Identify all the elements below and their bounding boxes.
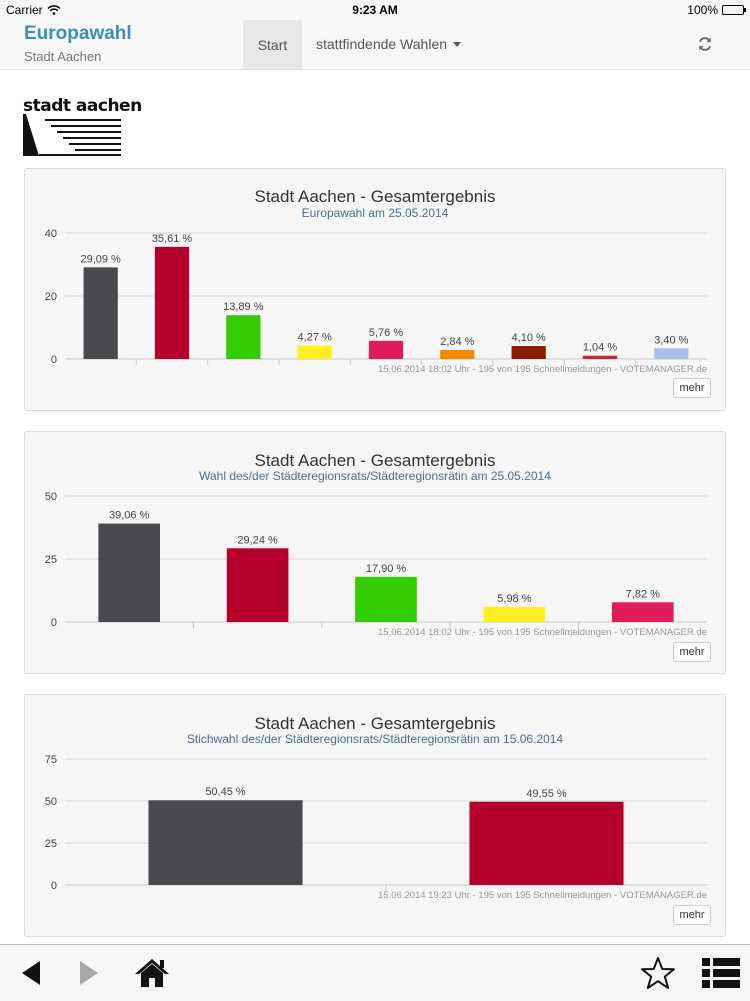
bottom-toolbar [0,944,750,1001]
bar-value-label: 13,89 % [223,301,264,313]
result-panel-europawahl: Stadt Aachen - Gesamtergebnis Europawahl… [24,168,726,411]
bar[interactable] [440,350,475,359]
nav-start-tab[interactable]: Start [243,20,302,69]
navbar: Europawahl Stadt Aachen Start stattfinde… [0,20,750,70]
back-button[interactable] [14,945,48,1001]
favorites-button[interactable] [638,945,678,1001]
bar[interactable] [654,348,689,359]
chart-footer-credit: 15.06.2014 18:02 Uhr - 195 von 195 Schne… [378,627,707,638]
bar-value-label: 29,09 % [80,253,121,265]
more-button[interactable]: mehr [673,905,711,925]
status-bar: Carrier 9:23 AM 100% [0,0,750,20]
chart-footer-credit: 15.06.2014 18:02 Uhr - 195 von 195 Schne… [378,364,707,375]
logo-graphic [23,114,121,156]
battery-indicator: 100% [687,3,746,17]
bar-chart-europawahl: 0 20 40 29,09 % 35,61 % 13,89 % 4,27 % 5,76 % 2,… [45,228,707,375]
list-button[interactable] [699,945,743,1001]
stadt-aachen-logo: stadt aachen [23,96,142,158]
bar-value-label: 2,84 % [440,336,474,348]
refresh-icon[interactable] [696,35,714,53]
bar[interactable] [355,576,417,622]
bar[interactable] [469,801,624,885]
bar-value-label: 3,40 % [654,334,688,346]
y-tick-label: 20 [45,291,57,303]
bar-chart-stichwahl: 0 25 50 75 50,45 % 49,55 % 15.06.2014 19:23 Uh… [45,754,707,901]
y-tick-label: 0 [51,354,57,366]
y-tick-label: 75 [45,754,57,766]
bar-value-label: 35,61 % [152,233,193,245]
bar-value-label: 49,55 % [526,788,567,800]
more-button[interactable]: mehr [673,378,711,398]
y-tick-label: 25 [45,838,57,850]
clock: 9:23 AM [352,3,398,17]
bar-value-label: 4,27 % [298,332,332,344]
bar[interactable] [611,602,674,622]
home-button[interactable] [130,945,174,1001]
bar[interactable] [148,800,303,885]
y-tick-label: 0 [51,880,57,892]
y-tick-label: 40 [45,228,57,240]
bar[interactable] [483,606,546,622]
battery-percent: 100% [687,3,718,17]
bar-value-label: 1,04 % [583,342,617,354]
bar-value-label: 50,45 % [205,786,246,798]
back-arrow-icon [22,961,40,985]
star-icon [641,957,675,989]
battery-icon [722,5,746,15]
bar-chart-staedteregionsrat: 0 25 50 39,06 % 29,24 % 17,90 % 5,98 % 7,82 % 15… [45,491,707,638]
bar[interactable] [226,315,261,359]
elections-dropdown[interactable]: stattfindende Wahlen [316,36,462,52]
bar[interactable] [368,340,404,359]
bar[interactable] [582,355,618,359]
bar-value-label: 7,82 % [626,588,660,600]
forward-button[interactable] [72,945,106,1001]
bar[interactable] [511,346,546,359]
list-icon [702,958,740,988]
more-button[interactable]: mehr [673,642,711,662]
forward-arrow-icon [80,961,98,985]
bar-value-label: 39,06 % [109,510,150,522]
bar-value-label: 5,76 % [369,327,403,339]
y-tick-label: 50 [45,491,57,503]
bar[interactable] [98,523,161,622]
bar-value-label: 4,10 % [512,332,546,344]
home-icon [135,959,169,987]
caret-down-icon [453,41,462,47]
app-subtitle: Stadt Aachen [24,49,102,64]
chart-footer-credit: 15.06.2014 19:23 Uhr - 195 von 195 Schne… [378,890,707,901]
bar-value-label: 5,98 % [497,593,531,605]
y-tick-label: 50 [45,796,57,808]
bar[interactable] [83,267,118,359]
bar-value-label: 29,24 % [237,534,278,546]
app-title[interactable]: Europawahl [24,23,132,45]
result-panel-staedteregionsrat: Stadt Aachen - Gesamtergebnis Wahl des/d… [24,431,726,674]
bar-value-label: 17,90 % [366,563,407,575]
result-panel-stichwahl: Stadt Aachen - Gesamtergebnis Stichwahl … [24,694,726,937]
logo-text: stadt aachen [23,96,142,116]
bar[interactable] [226,548,289,622]
elections-dropdown-label: stattfindende Wahlen [316,36,448,52]
bar[interactable] [154,246,190,359]
y-tick-label: 0 [51,617,57,629]
bar[interactable] [297,345,332,359]
y-tick-label: 25 [45,554,57,566]
